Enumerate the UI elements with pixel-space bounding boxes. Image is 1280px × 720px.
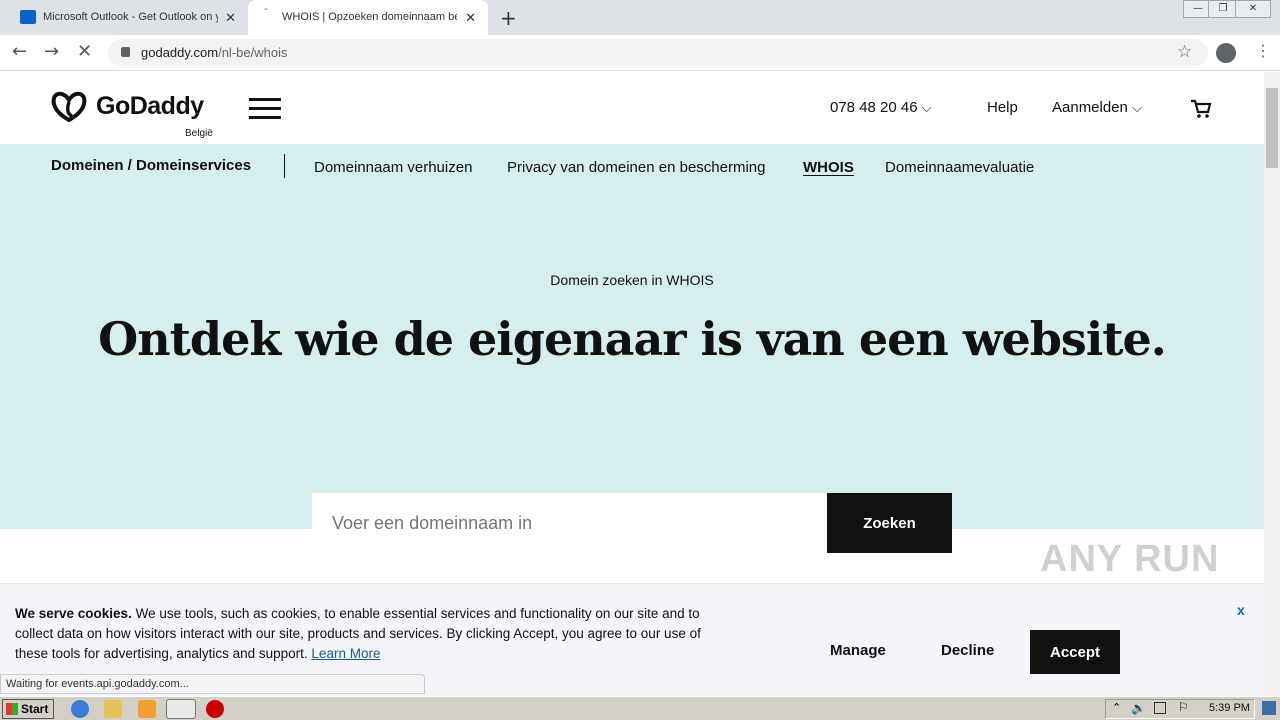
subnav-item-privacy[interactable]: Privacy van domeinen en bescherming [507,159,765,176]
tab-bar: Microsoft Outlook - Get Outlook on y ✕ ˝… [0,0,1280,35]
loading-icon: ˝ [264,8,268,19]
start-label: Start [21,702,49,716]
page-title: Ontdek wie de eigenaar is van een websit… [98,312,1167,366]
page: GoDaddy België 078 48 20 46 ⌵ Help Aanme… [0,72,1264,698]
cookie-text: We serve cookies. We use tools, such as … [15,604,715,664]
volume-icon[interactable]: 🔈 [1131,701,1146,715]
star-icon[interactable]: ☆ [1177,42,1192,62]
back-icon[interactable]: ← [12,41,27,62]
omnibox[interactable]: godaddy.com/nl-be/whois ☆ [108,39,1208,67]
site-header: GoDaddy België 078 48 20 46 ⌵ Help Aanme… [0,72,1264,144]
status-bar: Waiting for events.api.godaddy.com... [0,674,425,694]
signin-dropdown[interactable]: Aanmelden ⌵ [1052,99,1142,116]
outlook-icon [20,10,36,24]
close-tab-icon[interactable]: ✕ [225,10,236,26]
stop-icon[interactable]: ✕ [77,41,92,62]
forward-icon[interactable]: → [44,41,59,62]
help-link[interactable]: Help [987,99,1018,116]
chevron-down-icon: ⌵ [921,100,932,115]
show-desktop-icon[interactable] [1262,701,1276,715]
chrome-icon[interactable] [166,699,196,719]
new-tab-button[interactable]: + [500,6,517,30]
manage-button[interactable]: Manage [830,642,886,659]
url-text: godaddy.com/nl-be/whois [141,45,288,60]
chevron-down-icon: ⌵ [1132,100,1142,115]
subnav-title: Domeinen / Domeinservices [51,157,252,174]
scrollbar[interactable] [1264,72,1280,698]
cookie-lead: We serve cookies. [15,606,132,621]
close-window-button[interactable]: ✕ [1235,0,1271,18]
decline-button[interactable]: Decline [941,642,994,659]
tab-title: Microsoft Outlook - Get Outlook on y [43,11,218,23]
tab-whois[interactable]: ˝ WHOIS | Opzoeken domeinnaam bes ✕ [248,0,488,35]
folder-icon[interactable] [104,700,122,718]
windows-logo-icon [6,703,18,715]
subnav-item-transfer[interactable]: Domeinnaam verhuizen [314,159,472,176]
opera-icon[interactable] [206,700,224,718]
search-button[interactable]: Zoeken [827,493,952,553]
address-bar: ← → ✕ godaddy.com/nl-be/whois ☆ ⋮ [0,35,1280,71]
lock-icon [121,47,130,57]
clock: 5:39 PM [1209,702,1250,714]
accept-button[interactable]: Accept [1030,630,1120,674]
flag-icon[interactable]: ⚐ [1178,700,1189,714]
subnav-divider [284,154,285,178]
ie-icon[interactable] [71,700,89,718]
profile-icon[interactable] [1216,43,1236,63]
phone-dropdown[interactable]: 078 48 20 46 ⌵ [830,99,932,116]
close-cookie-icon[interactable]: x [1237,602,1245,618]
hamburger-menu-icon[interactable] [249,98,281,120]
eyebrow-text: Domein zoeken in WHOIS [550,272,714,288]
close-tab-icon[interactable]: ✕ [465,10,476,26]
network-icon[interactable] [1154,702,1166,714]
tab-title: WHOIS | Opzoeken domeinnaam bes [282,11,457,23]
logo-text[interactable]: GoDaddy [96,92,204,121]
logo-region: België [185,128,213,139]
subnav-item-appraisal[interactable]: Domeinnaamevaluatie [885,159,1034,176]
learn-more-link[interactable]: Learn More [311,646,380,661]
cart-icon[interactable] [1190,99,1212,119]
tray-arrow-icon[interactable]: ⌃ [1112,701,1121,714]
domain-search-input[interactable] [312,493,827,553]
godaddy-logo-icon[interactable] [50,90,88,124]
scrollbar-thumb[interactable] [1266,88,1278,168]
watermark: ANY RUN [1040,538,1220,580]
tab-outlook[interactable]: Microsoft Outlook - Get Outlook on y ✕ [8,0,248,35]
subnav-item-whois[interactable]: WHOIS [803,159,854,176]
restore-button[interactable]: ❐ [1208,0,1238,18]
start-button[interactable]: Start [2,699,54,719]
hero-section: Domeinen / Domeinservices Domeinnaam ver… [0,144,1264,553]
taskbar: Start ⌃ 🔈 ⚐ 5:39 PM [0,696,1280,720]
menu-icon[interactable]: ⋮ [1255,41,1271,60]
media-player-icon[interactable] [138,700,156,718]
